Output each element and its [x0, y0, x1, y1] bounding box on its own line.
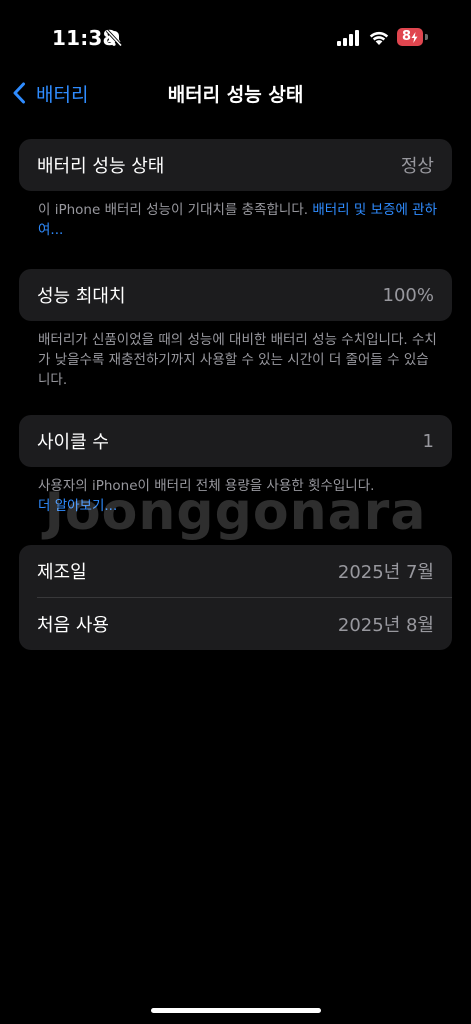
cellular-signal-icon	[337, 30, 359, 46]
charging-bolt-icon	[411, 31, 418, 43]
battery-health-label: 배터리 성능 상태	[37, 156, 165, 177]
status-bar: 11:38 8	[0, 0, 471, 72]
max-capacity-row: 성능 최대치 100%	[19, 269, 452, 321]
max-capacity-value: 100%	[382, 284, 434, 306]
first-use-row: 처음 사용 2025년 8월	[19, 598, 452, 650]
battery-body: 8	[397, 28, 423, 46]
first-use-label: 처음 사용	[37, 615, 109, 636]
battery-health-note: 이 iPhone 배터리 성능이 기대치를 충족합니다.	[38, 202, 309, 218]
cycle-count-group: 사이클 수 1	[19, 415, 452, 467]
battery-health-row: 배터리 성능 상태 정상	[19, 139, 452, 191]
battery-level: 8	[401, 29, 412, 44]
battery-health-value: 정상	[400, 156, 434, 177]
cycle-count-note: 사용자의 iPhone이 배터리 전체 용량을 사용한 횟수입니다.	[38, 478, 375, 494]
cycle-count-label: 사이클 수	[37, 432, 109, 453]
battery-health-group: 배터리 성능 상태 정상	[19, 139, 452, 191]
cycle-count-value: 1	[422, 430, 434, 452]
max-capacity-footnote: 배터리가 신품이었을 때의 성능에 대비한 배터리 성능 수치입니다. 수치가 …	[38, 332, 437, 388]
battery-health-footnote: 이 iPhone 배터리 성능이 기대치를 충족합니다. 배터리 및 보증에 관…	[38, 200, 438, 240]
cycle-count-row: 사이클 수 1	[19, 415, 452, 467]
max-capacity-group: 성능 최대치 100%	[19, 269, 452, 321]
dates-group: 제조일 2025년 7월 처음 사용 2025년 8월	[19, 545, 452, 650]
manufacture-date-value: 2025년 7월	[337, 562, 434, 583]
manufacture-date-label: 제조일	[37, 562, 87, 583]
page-title: 배터리 성능 상태	[167, 84, 304, 106]
cycle-count-footnote: 사용자의 iPhone이 배터리 전체 용량을 사용한 횟수입니다. 더 알아보…	[38, 476, 438, 516]
manufacture-date-row: 제조일 2025년 7월	[19, 545, 452, 597]
silent-bell-icon	[105, 29, 123, 47]
home-indicator[interactable]	[151, 1008, 321, 1013]
navigation-bar: 배터리 배터리 성능 상태	[0, 72, 471, 116]
battery-indicator: 8	[397, 28, 429, 46]
learn-more-link[interactable]: 더 알아보기...	[38, 498, 117, 514]
first-use-value: 2025년 8월	[337, 615, 434, 636]
battery-cap	[425, 34, 428, 40]
max-capacity-label: 성능 최대치	[37, 286, 126, 307]
wifi-icon	[369, 31, 389, 45]
